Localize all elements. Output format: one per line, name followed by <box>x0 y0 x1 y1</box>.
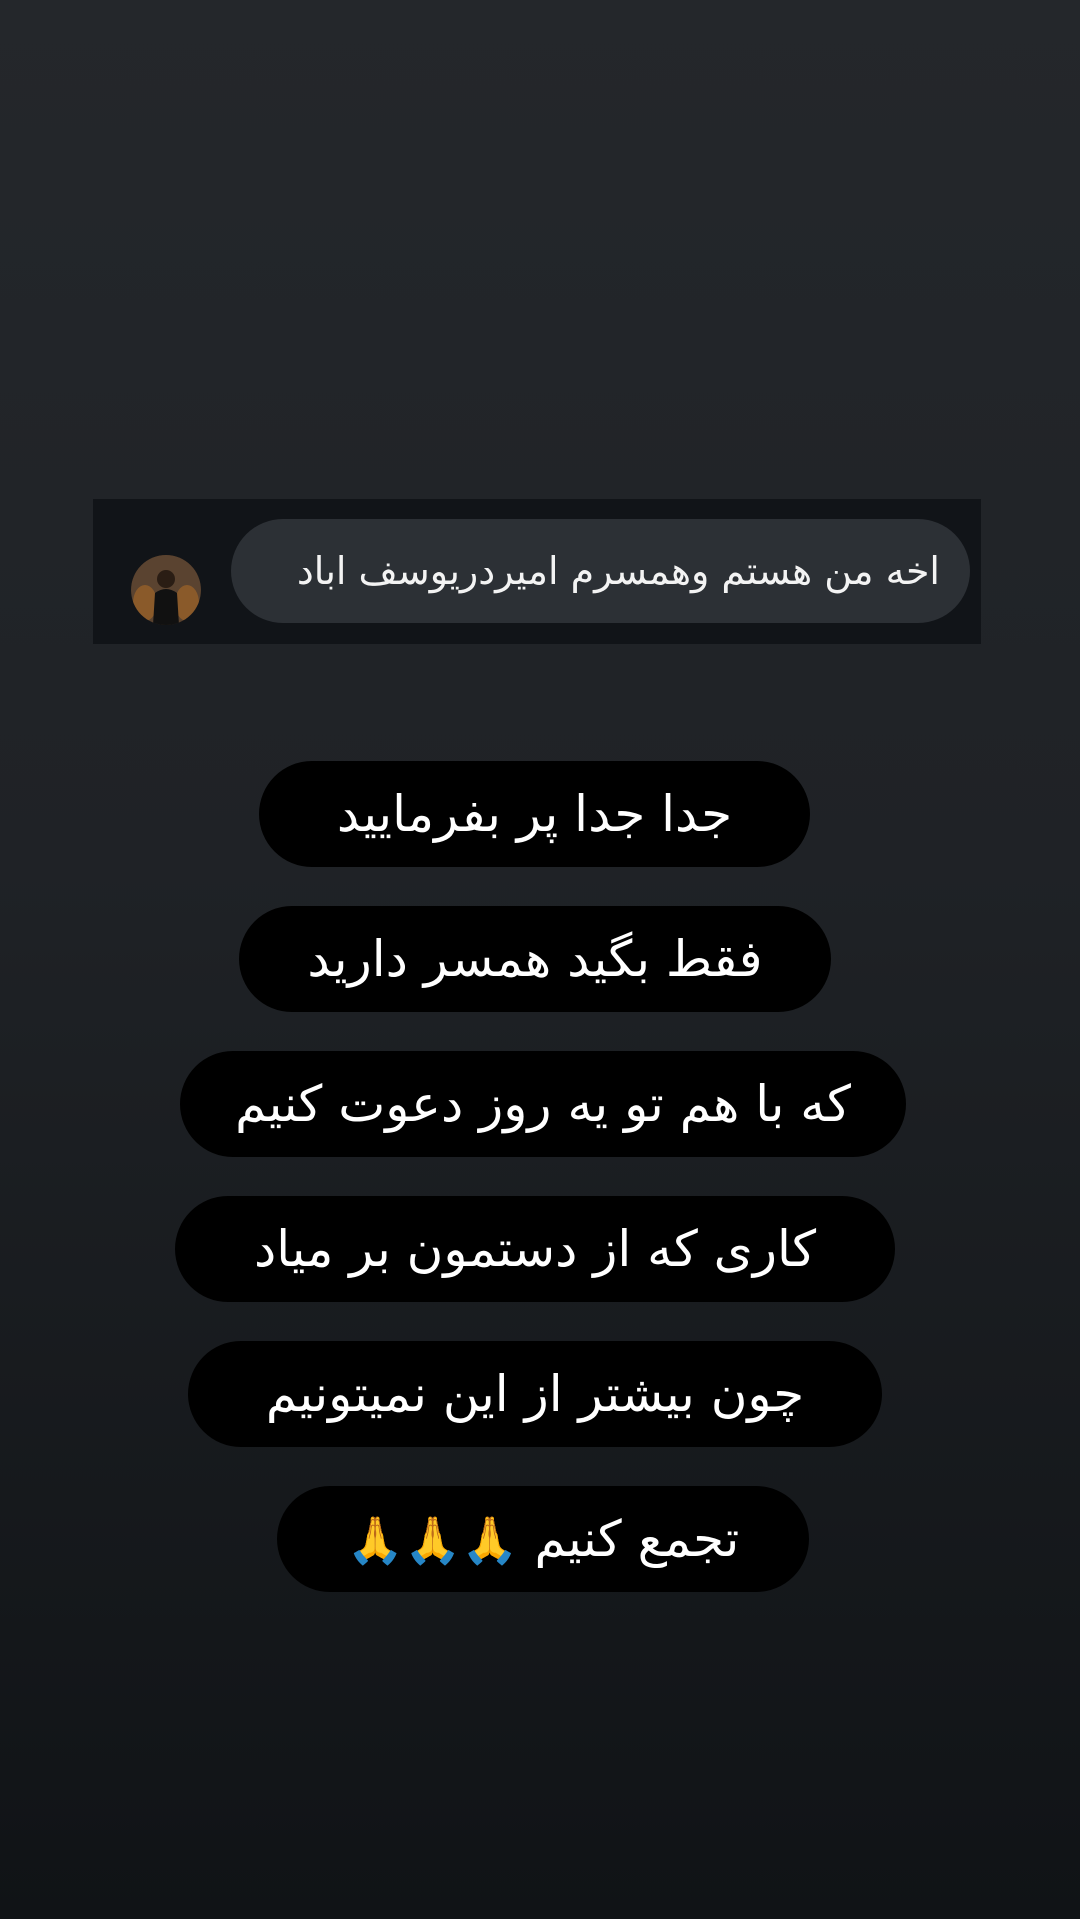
story-text-line-4: کاری که از دستمون بر میاد <box>175 1196 895 1302</box>
story-text-line-5: چون بیشتر از این نمیتونیم <box>188 1341 882 1447</box>
reply-text: اخه من هستم وهمسرم امیردریوسف اباد <box>296 549 940 593</box>
story-text: چون بیشتر از این نمیتونیم <box>265 1365 805 1423</box>
reply-card[interactable]: اخه من هستم وهمسرم امیردریوسف اباد <box>93 499 981 644</box>
story-text-line-3: که با هم تو یه روز دعوت کنیم <box>180 1051 906 1157</box>
story-text-line-6: تجمع کنیم 🙏🙏🙏 <box>277 1486 809 1592</box>
reply-bubble[interactable]: اخه من هستم وهمسرم امیردریوسف اباد <box>231 519 970 623</box>
story-text: که با هم تو یه روز دعوت کنیم <box>235 1075 851 1133</box>
story-text: تجمع کنیم 🙏🙏🙏 <box>347 1510 740 1568</box>
story-text-line-2: فقط بگید همسر دارید <box>239 906 831 1012</box>
story-text: فقط بگید همسر دارید <box>307 930 763 988</box>
story-text-line-1: جدا جدا پر بفرمایید <box>259 761 810 867</box>
user-avatar-photo-icon <box>131 555 201 625</box>
avatar[interactable] <box>131 555 201 625</box>
story-text-words: تجمع کنیم <box>534 1510 740 1568</box>
story-text: کاری که از دستمون بر میاد <box>253 1220 816 1278</box>
story-text: جدا جدا پر بفرمایید <box>336 785 733 843</box>
folded-hands-icon: 🙏🙏🙏 <box>346 1513 523 1567</box>
